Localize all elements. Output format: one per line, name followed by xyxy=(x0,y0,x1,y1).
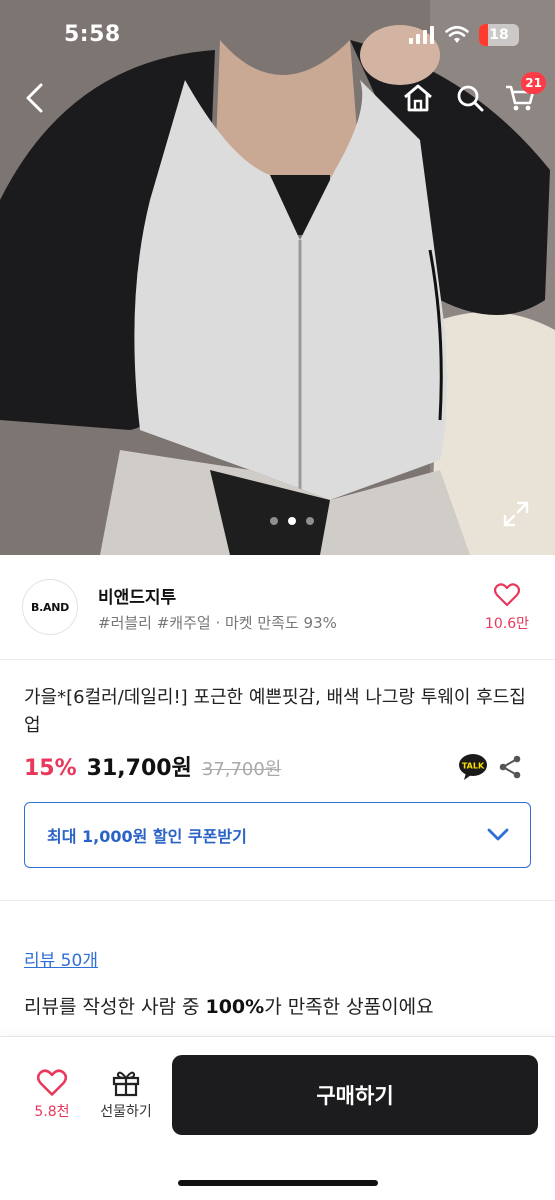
gallery-dot-active[interactable] xyxy=(288,517,296,525)
svg-text:TALK: TALK xyxy=(462,762,485,771)
signal-icon xyxy=(409,26,434,44)
heart-outline-icon xyxy=(37,1069,67,1096)
battery-icon: 18 xyxy=(479,24,519,46)
home-icon xyxy=(404,84,432,112)
heart-outline-icon xyxy=(494,583,520,607)
share-icon xyxy=(499,755,521,779)
product-image-gallery[interactable]: 5:58 18 21 xyxy=(0,0,555,555)
coupon-label: 최대 1,000원 할인 쿠폰받기 xyxy=(47,827,247,846)
chevron-down-icon xyxy=(487,828,509,841)
bottom-action-bar: 5.8천 선물하기 구매하기 xyxy=(0,1036,555,1200)
home-button[interactable] xyxy=(398,78,438,118)
chevron-left-icon xyxy=(26,83,43,113)
sale-price: 31,700원 xyxy=(86,756,192,781)
back-button[interactable] xyxy=(14,78,54,118)
original-price: 37,700원 xyxy=(201,759,282,780)
status-icons: 18 xyxy=(409,24,519,46)
wishlist-button[interactable]: 5.8천 xyxy=(22,1069,82,1121)
discount-rate: 15% xyxy=(24,756,77,781)
status-time: 5:58 xyxy=(64,22,121,47)
share-button[interactable] xyxy=(497,754,523,780)
gallery-dot[interactable] xyxy=(270,517,278,525)
expand-image-button[interactable] xyxy=(500,498,532,530)
store-like-count: 10.6만 xyxy=(484,616,530,632)
review-summary: 리뷰를 작성한 사람 중 100%가 만족한 상품이에요 xyxy=(24,992,434,1019)
store-like-button[interactable]: 10.6만 xyxy=(481,583,533,633)
gift-label: 선물하기 xyxy=(100,1104,152,1120)
section-divider xyxy=(0,900,555,901)
product-title: 가을*[6컬러/데일리!] 포근한 예쁜핏감, 배색 나그랑 투웨이 후드집업 xyxy=(24,687,526,736)
battery-level: 18 xyxy=(489,27,509,43)
gift-icon xyxy=(112,1071,140,1097)
search-button[interactable] xyxy=(450,78,490,118)
store-name[interactable]: 비앤드지투 xyxy=(98,583,176,608)
home-indicator xyxy=(178,1180,378,1186)
review-summary-suffix: 가 만족한 상품이에요 xyxy=(264,996,434,1018)
cart-button[interactable]: 21 xyxy=(500,72,546,118)
top-nav: 21 xyxy=(0,72,555,118)
status-bar: 5:58 18 xyxy=(0,0,555,72)
gift-button[interactable]: 선물하기 xyxy=(90,1069,162,1121)
store-tags: #러블리 #캐주얼 · 마켓 만족도 93% xyxy=(98,614,337,632)
talk-bubble-icon: TALK xyxy=(459,754,487,780)
gallery-dot[interactable] xyxy=(306,517,314,525)
store-logo[interactable]: B.AND xyxy=(22,579,78,635)
store-row[interactable]: B.AND 비앤드지투 #러블리 #캐주얼 · 마켓 만족도 93% 10.6만 xyxy=(0,555,555,660)
review-count-link[interactable]: 리뷰 50개 xyxy=(24,946,98,971)
wishlist-count: 5.8천 xyxy=(34,1104,70,1120)
wifi-icon xyxy=(445,26,469,43)
search-icon xyxy=(457,85,484,112)
review-satisfaction-rate: 100% xyxy=(205,996,265,1018)
review-summary-prefix: 리뷰를 작성한 사람 중 xyxy=(24,996,206,1018)
price-row: 15% 31,700원 37,700원 xyxy=(24,750,281,782)
buy-button[interactable]: 구매하기 xyxy=(172,1055,538,1135)
cart-count-badge: 21 xyxy=(521,72,546,94)
gallery-pagination xyxy=(270,517,314,525)
expand-icon xyxy=(503,501,529,527)
kakao-talk-button[interactable]: TALK xyxy=(458,753,488,781)
coupon-download-button[interactable]: 최대 1,000원 할인 쿠폰받기 xyxy=(24,802,531,868)
